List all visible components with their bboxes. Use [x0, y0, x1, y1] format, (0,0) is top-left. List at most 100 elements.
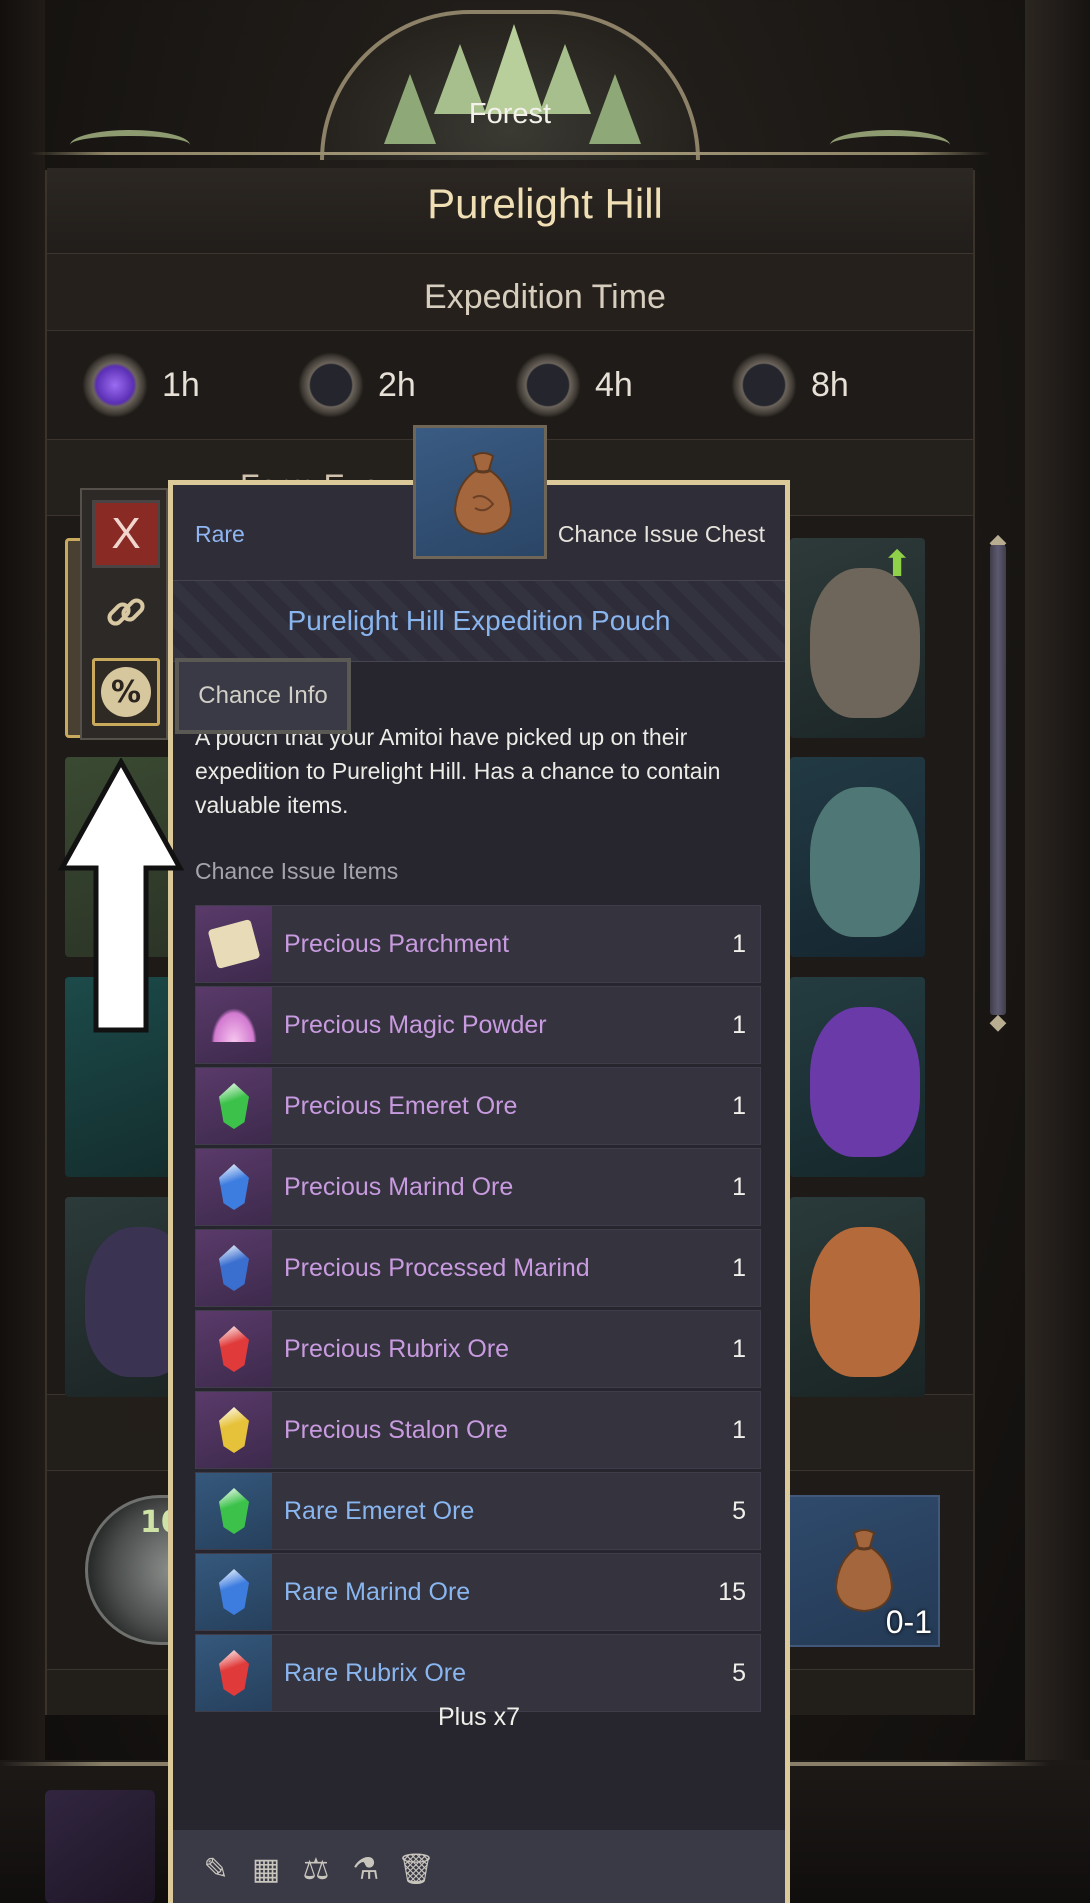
gem-shape: [219, 1407, 249, 1453]
chance-item-quantity: 5: [732, 1496, 746, 1525]
chance-item-row[interactable]: Precious Marind Ore 1: [195, 1148, 761, 1226]
chance-item-name: Precious Stalon Ore: [284, 1415, 508, 1444]
gem-shape: [219, 1488, 249, 1534]
time-option-label: 4h: [595, 365, 633, 404]
chance-item-quantity: 1: [732, 1415, 746, 1444]
chance-item-row[interactable]: Precious Emeret Ore 1: [195, 1067, 761, 1145]
scroll-down-icon[interactable]: ◆: [986, 1010, 1010, 1035]
chance-item-name: Rare Marind Ore: [284, 1577, 471, 1606]
processed-marind-icon: [196, 1230, 272, 1306]
amitoi-doll: [810, 787, 920, 937]
radio-icon[interactable]: [298, 352, 364, 418]
chance-item-row[interactable]: Rare Marind Ore 15: [195, 1553, 761, 1631]
chance-item-quantity: 1: [732, 1091, 746, 1120]
chance-info-button[interactable]: %: [92, 658, 160, 726]
chance-item-row[interactable]: Precious Stalon Ore 1: [195, 1391, 761, 1469]
radio-icon[interactable]: [515, 352, 581, 418]
quill-book-icon[interactable]: ✎: [195, 1848, 237, 1890]
tooltip-actions: X %: [80, 488, 168, 740]
amitoi-doll: [810, 568, 920, 718]
tooltip-footer: ✎ ▦ ⚖ ⚗ 🗑: [173, 1830, 785, 1903]
time-option-2h[interactable]: 2h: [298, 352, 416, 418]
amitoi-slot[interactable]: ⬆: [790, 538, 925, 738]
gem-shape: [219, 1650, 249, 1696]
chance-item-quantity: 1: [732, 1010, 746, 1039]
chance-item-row[interactable]: Precious Magic Powder 1: [195, 986, 761, 1064]
header-ornament: [30, 148, 990, 158]
yellow-gem-icon: [196, 1392, 272, 1468]
page-title: Purelight Hill: [427, 180, 663, 227]
amitoi-doll: [810, 1227, 920, 1377]
red-gem-icon: [196, 1311, 272, 1387]
gem-shape: [219, 1569, 249, 1615]
gem-shape: [219, 1083, 249, 1129]
item-description: A pouch that your Amitoi have picked up …: [195, 724, 721, 818]
chance-item-quantity: 1: [732, 1334, 746, 1363]
amitoi-slot[interactable]: [790, 977, 925, 1177]
upgrade-arrow-icon: ⬆: [882, 544, 913, 585]
time-option-label: 2h: [378, 365, 416, 404]
item-name: Purelight Hill Expedition Pouch: [287, 605, 671, 636]
chance-item-name: Precious Parchment: [284, 929, 510, 958]
reward-count: 0-1: [885, 1604, 932, 1640]
chance-item-name: Precious Magic Powder: [284, 1010, 547, 1039]
time-option-4h[interactable]: 4h: [515, 352, 633, 418]
chance-item-row[interactable]: Rare Emeret Ore 5: [195, 1472, 761, 1550]
close-icon: X: [111, 509, 141, 558]
item-icon: [413, 425, 547, 559]
radio-icon[interactable]: [731, 352, 797, 418]
time-option-label: 1h: [162, 365, 200, 404]
time-option-1h[interactable]: 1h: [82, 352, 200, 418]
parchment-shape: [207, 918, 261, 970]
background-item: [45, 1790, 155, 1903]
chance-item-row[interactable]: Rare Rubrix Ore 5: [195, 1634, 761, 1712]
trash-icon[interactable]: 🗑: [395, 1848, 437, 1890]
blue-gem-icon: [196, 1554, 272, 1630]
chance-item-row[interactable]: Precious Rubrix Ore 1: [195, 1310, 761, 1388]
forest-crest: [320, 10, 700, 160]
green-gem-icon: [196, 1068, 272, 1144]
link-button[interactable]: [92, 578, 160, 646]
magic-powder-icon: [196, 987, 272, 1063]
chance-info-tooltip: Chance Info: [175, 658, 351, 734]
chance-items-list: Precious Parchment 1 Precious Magic Powder…: [195, 905, 761, 1715]
chance-item-row[interactable]: Precious Parchment 1: [195, 905, 761, 983]
chance-item-name: Rare Emeret Ore: [284, 1496, 475, 1525]
pointer-arrow-icon: [58, 758, 184, 1033]
amitoi-slot[interactable]: [790, 1197, 925, 1397]
chance-item-name: Precious Marind Ore: [284, 1172, 514, 1201]
scales-icon[interactable]: ⚖: [295, 1848, 337, 1890]
percent-icon: %: [101, 667, 151, 717]
close-button[interactable]: X: [92, 500, 160, 568]
chance-item-name: Rare Rubrix Ore: [284, 1658, 466, 1687]
pouch-icon: [834, 1529, 894, 1613]
biome-label: Forest: [468, 98, 552, 130]
team-scrollbar[interactable]: [990, 545, 1006, 1015]
gem-shape: [219, 1164, 249, 1210]
chance-item-quantity: 1: [732, 1253, 746, 1282]
gem-shape: [219, 1326, 249, 1372]
chance-item-row[interactable]: Precious Processed Marind 1: [195, 1229, 761, 1307]
red-gem-icon: [196, 1635, 272, 1711]
crate-icon[interactable]: ▦: [245, 1848, 287, 1890]
time-option-8h[interactable]: 8h: [731, 352, 849, 418]
flask-icon[interactable]: ⚗: [345, 1848, 387, 1890]
chance-item-quantity: 15: [718, 1577, 746, 1606]
parchment-icon: [196, 906, 272, 982]
gem-shape: [219, 1245, 249, 1291]
chance-item-name: Precious Emeret Ore: [284, 1091, 518, 1120]
chance-item-quantity: 1: [732, 1172, 746, 1201]
amitoi-doll: [810, 1007, 920, 1157]
blue-gem-icon: [196, 1149, 272, 1225]
chance-item-quantity: 1: [732, 929, 746, 958]
radio-selected-icon[interactable]: [82, 352, 148, 418]
green-gem-icon: [196, 1473, 272, 1549]
more-items-label: Plus x7: [438, 1703, 520, 1731]
chain-link-icon: [107, 598, 145, 626]
pouch-icon: [453, 452, 513, 536]
chance-item-name: Precious Processed Marind: [284, 1253, 590, 1282]
chance-item-quantity: 5: [732, 1658, 746, 1687]
amitoi-slot[interactable]: [790, 757, 925, 957]
time-option-label: 8h: [811, 365, 849, 404]
reward-slot[interactable]: 0-1: [788, 1495, 940, 1647]
